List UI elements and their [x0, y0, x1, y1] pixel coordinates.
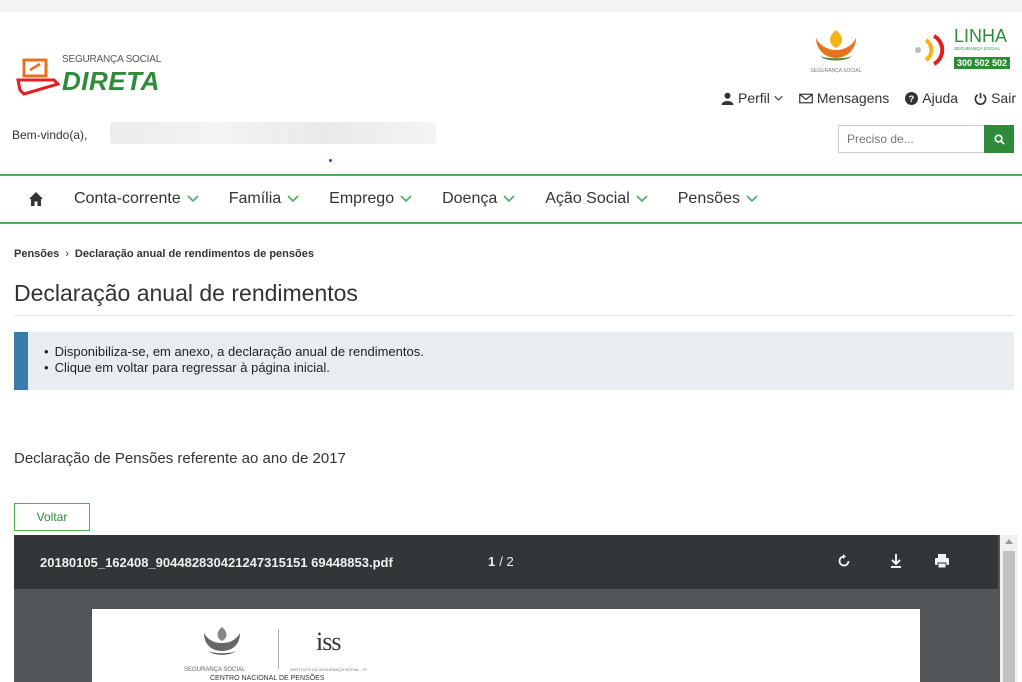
nav-label: Pensões — [677, 190, 741, 207]
seguranca-social-emblem: SEGURANÇA SOCIAL — [802, 26, 870, 76]
main-nav: Conta-corrente Família Emprego Doença Aç… — [0, 174, 1022, 224]
logo-small-text: SEGURANÇA SOCIAL — [62, 54, 162, 65]
envelope-icon — [799, 93, 813, 103]
chevron-down-icon — [287, 195, 299, 203]
chevron-down-icon — [503, 195, 515, 203]
search-icon — [993, 133, 1005, 145]
notice-item: Clique em voltar para regressar à página… — [44, 360, 1014, 376]
search-input[interactable] — [838, 125, 984, 153]
page-title: Declaração anual de rendimentos — [14, 280, 358, 306]
download-icon[interactable] — [888, 553, 904, 569]
chevron-down-icon — [774, 95, 783, 101]
breadcrumb-current: Declaração anual de rendimentos de pensõ… — [74, 248, 314, 260]
nav-label: Família — [228, 190, 282, 207]
breadcrumb-separator: › — [65, 248, 69, 260]
ajuda-label: Ajuda — [922, 90, 959, 106]
scroll-up-icon[interactable] — [1005, 539, 1013, 544]
nav-item-pensoes[interactable]: Pensões — [678, 190, 758, 208]
chevron-down-icon — [636, 195, 648, 203]
pdf-scrollbar[interactable] — [1000, 535, 1018, 682]
home-icon[interactable] — [28, 191, 44, 207]
pdf-page: SEGURANÇA SOCIAL iss INSTITUTO DA SEGURA… — [92, 609, 920, 682]
question-circle-icon: ? — [905, 91, 919, 105]
info-notice: Disponibiliza-se, em anexo, a declaração… — [14, 332, 1014, 390]
voltar-button[interactable]: Voltar — [14, 503, 90, 531]
centro-nacional-label: CENTRO NACIONAL DE PENSÕES — [210, 675, 325, 682]
notice-item: Disponibiliza-se, em anexo, a declaração… — [44, 344, 1014, 360]
linha-number: 300 502 502 — [954, 57, 1011, 69]
emblem-label: SEGURANÇA SOCIAL — [810, 68, 862, 74]
user-nav: Perfil Mensagens ? Ajuda Sair — [721, 90, 1016, 106]
sair-link[interactable]: Sair — [974, 90, 1016, 106]
logo-mark-icon — [16, 58, 60, 96]
mensagens-link[interactable]: Mensagens — [799, 90, 889, 106]
ajuda-link[interactable]: ? Ajuda — [905, 90, 958, 106]
nav-item-emprego[interactable]: Emprego — [329, 190, 412, 208]
nav-label: Doença — [442, 190, 498, 207]
seguranca-social-direta-logo[interactable]: SEGURANÇA SOCIAL DIRETA — [16, 52, 186, 102]
linha-sub: SEGURANÇA SOCIAL — [954, 46, 1001, 51]
search-button[interactable] — [984, 125, 1014, 153]
svg-text:?: ? — [909, 94, 915, 104]
doc-ss-label: SEGURANÇA SOCIAL — [184, 667, 246, 673]
linha-seguranca-social[interactable]: LINHA SEGURANÇA SOCIAL 300 502 502 — [912, 26, 1016, 74]
nav-item-conta-corrente[interactable]: Conta-corrente — [74, 190, 199, 208]
emblem-icon — [816, 30, 856, 61]
nav-label: Emprego — [329, 190, 395, 207]
iss-sub-label: INSTITUTO DA SEGURANÇA SOCIAL, I.P. — [290, 667, 368, 672]
breadcrumb: Pensões › Declaração anual de rendimentos … — [14, 248, 314, 260]
doc-divider — [278, 629, 279, 669]
welcome-text: Bem-vindo(a), — [12, 128, 88, 142]
chevron-down-icon — [187, 195, 199, 203]
nav-item-acao-social[interactable]: Ação Social — [545, 190, 648, 208]
nav-item-doenca[interactable]: Doença — [442, 190, 515, 208]
sair-label: Sair — [991, 90, 1016, 106]
phone-waves-icon — [915, 34, 945, 66]
chevron-down-icon — [746, 195, 758, 203]
linha-title: LINHA — [954, 26, 1008, 46]
perfil-label: Perfil — [737, 90, 770, 106]
pdf-toolbar: 20180105_162408_904482830421247315151 69… — [14, 535, 998, 589]
perfil-menu[interactable]: Perfil — [721, 90, 783, 106]
decorative-dot — [329, 159, 332, 162]
search-box — [838, 125, 1014, 153]
iss-logo: iss — [316, 627, 341, 656]
print-icon[interactable] — [934, 553, 950, 569]
logo-big-text: DIRETA — [62, 66, 160, 96]
nav-item-familia[interactable]: Família — [229, 190, 299, 208]
scrollbar-thumb[interactable] — [1003, 551, 1015, 682]
pdf-filename: 20180105_162408_904482830421247315151 69… — [40, 555, 393, 570]
nav-label: Conta-corrente — [74, 190, 181, 207]
pdf-page-indicator: 1 / 2 — [488, 554, 514, 569]
pdf-viewer: 20180105_162408_904482830421247315151 69… — [14, 535, 1018, 682]
nav-label: Ação Social — [545, 190, 630, 207]
power-icon — [974, 92, 987, 105]
user-icon — [721, 92, 734, 105]
pdf-total-pages: / 2 — [499, 554, 514, 569]
chevron-down-icon — [400, 195, 412, 203]
rotate-icon[interactable] — [836, 553, 852, 569]
mensagens-label: Mensagens — [816, 90, 890, 106]
redacted-username — [110, 122, 436, 144]
pdf-current-page[interactable]: 1 — [488, 554, 495, 569]
ss-emblem-icon — [204, 627, 240, 655]
title-divider — [14, 315, 1014, 316]
declaration-text: Declaração de Pensões referente ao ano d… — [14, 450, 346, 467]
page: SEGURANÇA SOCIAL DIRETA SEGURANÇA SOCIAL… — [0, 12, 1022, 682]
breadcrumb-parent-link[interactable]: Pensões — [14, 248, 59, 260]
